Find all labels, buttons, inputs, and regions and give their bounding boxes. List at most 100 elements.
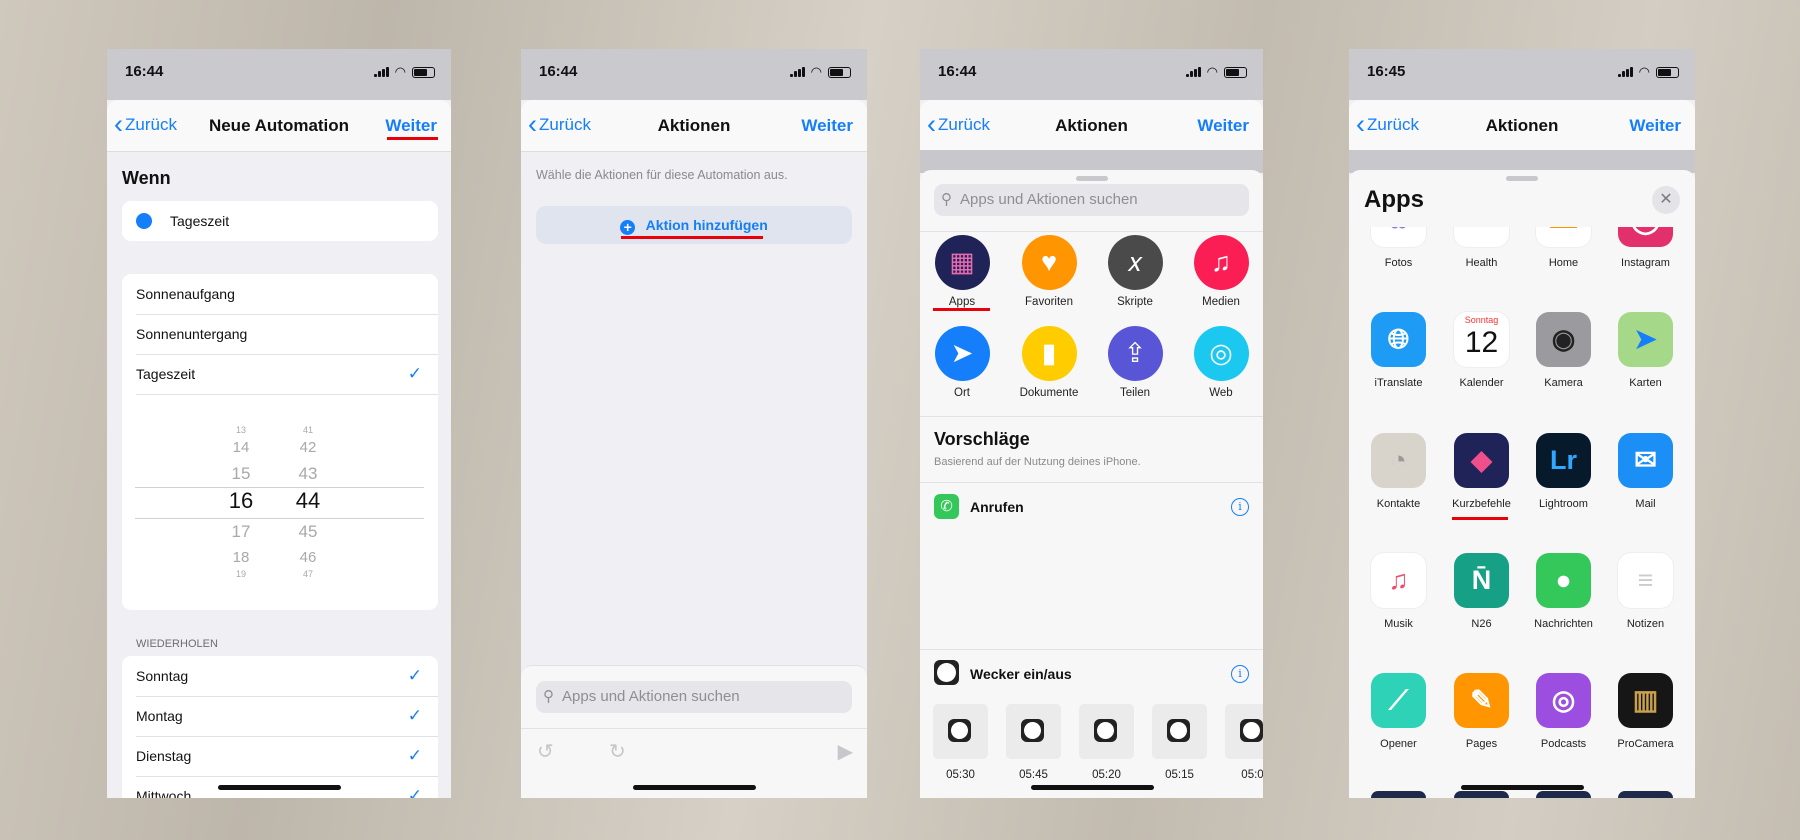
app-partial[interactable] bbox=[1357, 791, 1440, 798]
option-tageszeit[interactable]: Tageszeit ✓ bbox=[136, 354, 438, 395]
app-opener[interactable]: ⟋ Opener bbox=[1357, 673, 1440, 750]
suggestion-wecker[interactable]: Wecker ein/aus i bbox=[920, 658, 1263, 692]
app-mail[interactable]: ✉ Mail bbox=[1604, 433, 1687, 510]
status-bar: 16:45 ◠ bbox=[1349, 49, 1695, 100]
category-skripte[interactable]: 𝑥 Skripte bbox=[1095, 235, 1175, 308]
picker-hour: 17 bbox=[231, 521, 251, 541]
picker-hour: 15 bbox=[231, 463, 251, 483]
search-input[interactable]: ⚲ Apps und Aktionen suchen bbox=[934, 184, 1249, 216]
app-label: Kamera bbox=[1544, 377, 1583, 389]
search-input[interactable]: ⚲ Apps und Aktionen suchen bbox=[536, 681, 852, 713]
clock-icon bbox=[948, 719, 971, 742]
alarm-tile[interactable] bbox=[1006, 704, 1061, 759]
wifi-icon: ◠ bbox=[394, 64, 406, 79]
alarm-tile[interactable] bbox=[1152, 704, 1207, 759]
app-podcasts[interactable]: ◎ Podcasts bbox=[1522, 673, 1605, 750]
category-label: Skripte bbox=[1117, 296, 1153, 308]
repeat-day-row[interactable]: Sonntag ✓ bbox=[136, 656, 438, 697]
trigger-label: Tageszeit bbox=[170, 213, 230, 229]
app-notizen[interactable]: ≡ Notizen bbox=[1604, 553, 1687, 630]
section-title-wenn: Wenn bbox=[122, 168, 171, 188]
signal-icon bbox=[789, 67, 805, 77]
category-teilen[interactable]: ⇪ Teilen bbox=[1095, 326, 1175, 399]
undo-icon[interactable]: ↺ bbox=[537, 739, 554, 764]
redo-icon[interactable]: ↻ bbox=[609, 739, 626, 764]
day-label: Montag bbox=[136, 708, 183, 724]
alarm-tile[interactable] bbox=[1079, 704, 1134, 759]
apps-grid-icon: ▦ bbox=[934, 235, 990, 290]
instruction-text: Wähle die Aktionen für diese Automation … bbox=[536, 168, 788, 182]
checkmark-icon: ✓ bbox=[407, 746, 422, 765]
app-karten[interactable]: ➤ Karten bbox=[1604, 312, 1687, 389]
app-kurzbefehle[interactable]: ◆ Kurzbefehle bbox=[1440, 433, 1523, 510]
back-button[interactable]: ‹ Zurück bbox=[528, 111, 591, 138]
clock-icon bbox=[1240, 719, 1263, 742]
suggestions-subtitle: Basierend auf der Nutzung deines iPhone. bbox=[934, 456, 1141, 468]
trigger-card[interactable]: Tageszeit bbox=[122, 201, 438, 241]
app-procamera[interactable]: ▥ ProCamera bbox=[1604, 673, 1687, 750]
app-kontakte[interactable]: ◔ Kontakte bbox=[1357, 433, 1440, 510]
heart-icon: ♥ bbox=[1021, 235, 1077, 290]
instagram-icon: ◯ bbox=[1618, 227, 1673, 247]
app-pages[interactable]: ✎ Pages bbox=[1440, 673, 1523, 750]
app-kalender[interactable]: Sonntag 12 Kalender bbox=[1440, 312, 1523, 389]
screen-neue-automation: 16:44 ◠ ‹ Zurück Neue Automation Weiter Tages… bbox=[107, 49, 451, 798]
info-icon[interactable]: i bbox=[1231, 665, 1249, 683]
close-button[interactable]: ✕ bbox=[1652, 186, 1680, 214]
next-button[interactable]: Weiter bbox=[385, 116, 437, 136]
app-partial[interactable] bbox=[1604, 791, 1687, 798]
sheet-grabber[interactable] bbox=[1506, 176, 1538, 181]
app-home[interactable]: ▬ Home bbox=[1522, 227, 1605, 269]
option-sonnenuntergang[interactable]: Sonnenuntergang bbox=[136, 314, 438, 355]
app-lightroom[interactable]: Lr Lightroom bbox=[1522, 433, 1605, 510]
app-health[interactable]: Health bbox=[1440, 227, 1523, 269]
app-itranslate[interactable]: 🌐︎ iTranslate bbox=[1357, 312, 1440, 389]
search-placeholder: Apps und Aktionen suchen bbox=[960, 191, 1138, 208]
category-ort[interactable]: ➤ Ort bbox=[922, 326, 1002, 399]
category-web[interactable]: ◎ Web bbox=[1181, 326, 1261, 399]
app-n26[interactable]: N̄ N26 bbox=[1440, 553, 1523, 630]
category-dokumente[interactable]: ▮ Dokumente bbox=[1009, 326, 1089, 399]
app-label: Fotos bbox=[1384, 257, 1413, 269]
app-label: N26 bbox=[1471, 618, 1492, 630]
contacts-icon: ◔ bbox=[1371, 433, 1426, 488]
next-button[interactable]: Weiter bbox=[801, 116, 853, 136]
battery-icon bbox=[412, 66, 435, 78]
category-apps[interactable]: ▦ Apps bbox=[922, 235, 1002, 308]
suggestion-anrufen[interactable]: ✆ Anrufen i bbox=[920, 491, 1263, 525]
apps-grid: ✿ Fotos Health ▬ Home ◯ Instagram 🌐︎ iTranslate S… bbox=[1349, 227, 1695, 798]
repeat-day-row[interactable]: Dienstag ✓ bbox=[136, 736, 438, 777]
picker-hour: 19 bbox=[235, 568, 246, 579]
maps-icon: ➤ bbox=[1618, 312, 1673, 367]
app-musik[interactable]: ♫ Musik bbox=[1357, 553, 1440, 630]
share-icon: ⇪ bbox=[1107, 326, 1163, 381]
app-partial[interactable] bbox=[1522, 791, 1605, 798]
app-label: Notizen bbox=[1626, 618, 1665, 630]
alarm-tile[interactable] bbox=[933, 704, 988, 759]
back-button[interactable]: ‹ Zurück bbox=[114, 111, 177, 138]
app-partial[interactable] bbox=[1440, 791, 1523, 798]
category-medien[interactable]: ♫ Medien bbox=[1181, 235, 1261, 308]
alarm-time: 05:0 bbox=[1241, 769, 1263, 781]
next-button[interactable]: Weiter bbox=[1629, 116, 1681, 136]
app-nachrichten[interactable]: ● Nachrichten bbox=[1522, 553, 1605, 630]
app-label: Health bbox=[1465, 257, 1498, 269]
highlight-underline bbox=[621, 236, 763, 239]
status-icons: ◠ bbox=[373, 64, 435, 80]
sheet-title: Apps bbox=[1364, 186, 1424, 213]
back-button[interactable]: ‹ Zurück bbox=[1356, 111, 1419, 138]
info-icon[interactable]: i bbox=[1231, 498, 1249, 516]
play-icon[interactable]: ▶ bbox=[838, 739, 853, 764]
chevron-left-icon: ‹ bbox=[528, 109, 537, 139]
battery-icon bbox=[828, 66, 851, 78]
app-fotos[interactable]: ✿ Fotos bbox=[1357, 227, 1440, 269]
option-sonnenaufgang[interactable]: Sonnenaufgang bbox=[136, 274, 438, 315]
next-button[interactable]: Weiter bbox=[1197, 116, 1249, 136]
back-button[interactable]: ‹ Zurück bbox=[927, 111, 990, 138]
category-favoriten[interactable]: ♥ Favoriten bbox=[1009, 235, 1089, 308]
app-instagram[interactable]: ◯ Instagram bbox=[1604, 227, 1687, 269]
sheet-grabber[interactable] bbox=[1075, 176, 1108, 181]
alarm-tile[interactable] bbox=[1225, 704, 1263, 759]
repeat-day-row[interactable]: Montag ✓ bbox=[136, 696, 438, 737]
app-kamera[interactable]: ◉ Kamera bbox=[1522, 312, 1605, 389]
